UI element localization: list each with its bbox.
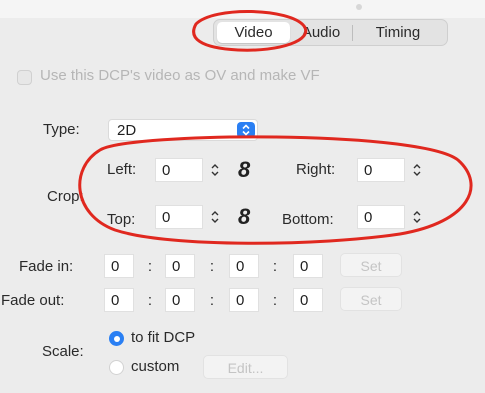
fade-in-sep: : bbox=[147, 258, 153, 275]
fade-in-sep: : bbox=[272, 258, 278, 275]
scale-fit-label: to fit DCP bbox=[131, 329, 196, 346]
crop-bottom-stepper[interactable] bbox=[410, 205, 424, 229]
scale-fit-radio[interactable] bbox=[109, 331, 124, 346]
up-down-stepper-icon bbox=[211, 211, 219, 223]
scale-custom-radio[interactable] bbox=[109, 360, 124, 375]
chevron-up-down-icon bbox=[237, 122, 255, 138]
fade-in-frames[interactable]: 0 bbox=[293, 254, 323, 278]
tab-timing[interactable]: Timing bbox=[353, 20, 443, 45]
fade-in-minutes[interactable]: 0 bbox=[165, 254, 195, 278]
crop-right-label: Right: bbox=[296, 161, 336, 178]
fade-out-sep: : bbox=[147, 292, 153, 309]
tab-audio[interactable]: Audio bbox=[290, 20, 352, 45]
crop-top-input[interactable]: 0 bbox=[155, 205, 203, 229]
tab-video[interactable]: Video bbox=[217, 22, 290, 43]
fade-in-sep: : bbox=[209, 258, 215, 275]
scale-custom-label: custom bbox=[131, 358, 180, 375]
ov-checkbox[interactable] bbox=[17, 70, 32, 85]
crop-left-label: Left: bbox=[107, 161, 137, 178]
fade-out-hours[interactable]: 0 bbox=[104, 288, 134, 312]
up-down-stepper-icon bbox=[413, 211, 421, 223]
window-top-strip bbox=[0, 0, 485, 18]
fade-in-set-button[interactable]: Set bbox=[340, 253, 402, 277]
fade-in-hours[interactable]: 0 bbox=[104, 254, 134, 278]
fade-out-label: Fade out: bbox=[1, 292, 65, 309]
crop-right-input[interactable]: 0 bbox=[357, 158, 405, 182]
fade-in-seconds[interactable]: 0 bbox=[229, 254, 259, 278]
fade-out-set-button[interactable]: Set bbox=[340, 287, 402, 311]
crop-right-stepper[interactable] bbox=[410, 158, 424, 182]
fade-out-frames[interactable]: 0 bbox=[293, 288, 323, 312]
fade-out-seconds[interactable]: 0 bbox=[229, 288, 259, 312]
crop-bottom-label: Bottom: bbox=[282, 211, 334, 228]
crop-left-stepper[interactable] bbox=[208, 158, 222, 182]
crop-link-horizontal-icon[interactable]: 8 bbox=[238, 158, 250, 182]
crop-bottom-input[interactable]: 0 bbox=[357, 205, 405, 229]
window-indicator-dot bbox=[356, 4, 362, 10]
type-select-value: 2D bbox=[117, 122, 137, 139]
crop-label: Crop: bbox=[47, 188, 84, 205]
type-label: Type: bbox=[43, 121, 80, 138]
up-down-stepper-icon bbox=[413, 164, 421, 176]
fade-out-minutes[interactable]: 0 bbox=[165, 288, 195, 312]
crop-top-label: Top: bbox=[107, 211, 136, 228]
ov-checkbox-label: Use this DCP's video as OV and make VF bbox=[40, 67, 320, 84]
scale-edit-button[interactable]: Edit... bbox=[203, 355, 288, 379]
radio-dot bbox=[113, 335, 120, 342]
fade-out-sep: : bbox=[272, 292, 278, 309]
up-down-stepper-icon bbox=[211, 164, 219, 176]
fade-in-label: Fade in: bbox=[19, 258, 74, 275]
crop-left-input[interactable]: 0 bbox=[155, 158, 203, 182]
crop-link-vertical-icon[interactable]: 8 bbox=[238, 205, 250, 229]
scale-label: Scale: bbox=[42, 343, 84, 360]
type-select[interactable]: 2D bbox=[108, 119, 258, 141]
crop-top-stepper[interactable] bbox=[208, 205, 222, 229]
tab-bar: Video Audio Timing bbox=[213, 19, 448, 46]
fade-out-sep: : bbox=[209, 292, 215, 309]
